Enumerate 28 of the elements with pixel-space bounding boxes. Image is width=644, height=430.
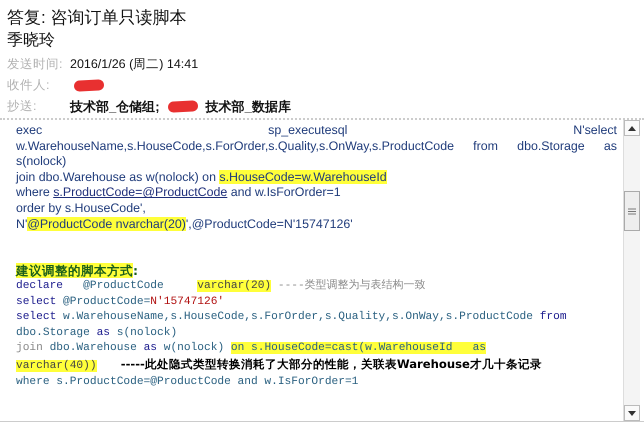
- sent-time: 2016/1/26 (周二) 14:41: [70, 56, 198, 73]
- code-line: varchar(40)) -----此处隐式类型转换消耗了大部分的性能，关联表Warehouse才几十条记录: [16, 356, 543, 374]
- code-line: where s.ProductCode=@ProductCode and w.IsForOrder=1: [16, 374, 360, 390]
- code-line: dbo.Storage as s(nolock): [16, 326, 178, 341]
- code-line: join dbo.Warehouse as w(nolock) on s.HouseCode=cast(w.WarehouseId as: [16, 341, 487, 356]
- script-line: where s.ProductCode=@ProductCode and w.IsForOrder=1: [16, 185, 342, 201]
- scrollbar[interactable]: [623, 120, 640, 421]
- code-line: declare @ProductCode varchar(20) ----类型调整为与表结构一致: [16, 278, 427, 294]
- script-line: w.WarehouseName,s.HouseCode,s.ForOrder,s.Quality,s.OnWay,s.ProductCode from dbo.Storage as: [16, 138, 617, 154]
- script-line: exec sp_executesql N'select: [16, 123, 617, 139]
- section-heading: 建议调整的脚本方式:: [16, 263, 139, 279]
- email-subject: 答复: 咨询订单只读脚本: [7, 7, 188, 29]
- script-line: N'@ProductCode nvarchar(20)',@ProductCode=N'15747126': [16, 216, 354, 232]
- code-link[interactable]: s.ProductCode=@ProductCode: [53, 185, 228, 200]
- field-label: 收件人:: [7, 77, 50, 94]
- field-label: 抄送:: [7, 98, 38, 115]
- recipient-name: 技术部_数据库: [206, 98, 291, 116]
- recipient-name: 技术部_仓储组;: [70, 98, 160, 116]
- script-line: order by s.HouseCode',: [16, 200, 147, 217]
- field-label: 发送时间:: [7, 56, 64, 73]
- sender-name: 季晓玲: [7, 30, 56, 51]
- script-line: s(nolock): [16, 154, 68, 170]
- code-line: select @ProductCode=N'15747126': [16, 294, 226, 310]
- redaction-mark: [74, 79, 104, 92]
- redaction-mark: [167, 100, 198, 113]
- scroll-thumb[interactable]: [624, 191, 640, 231]
- script-line: join dbo.Warehouse as w(nolock) on s.HouseCode=w.WarehouseId: [16, 170, 388, 186]
- code-line: select w.WarehouseName,s.HouseCode,s.ForOrder,s.Quality,s.OnWay,s.ProductCode from: [16, 310, 568, 326]
